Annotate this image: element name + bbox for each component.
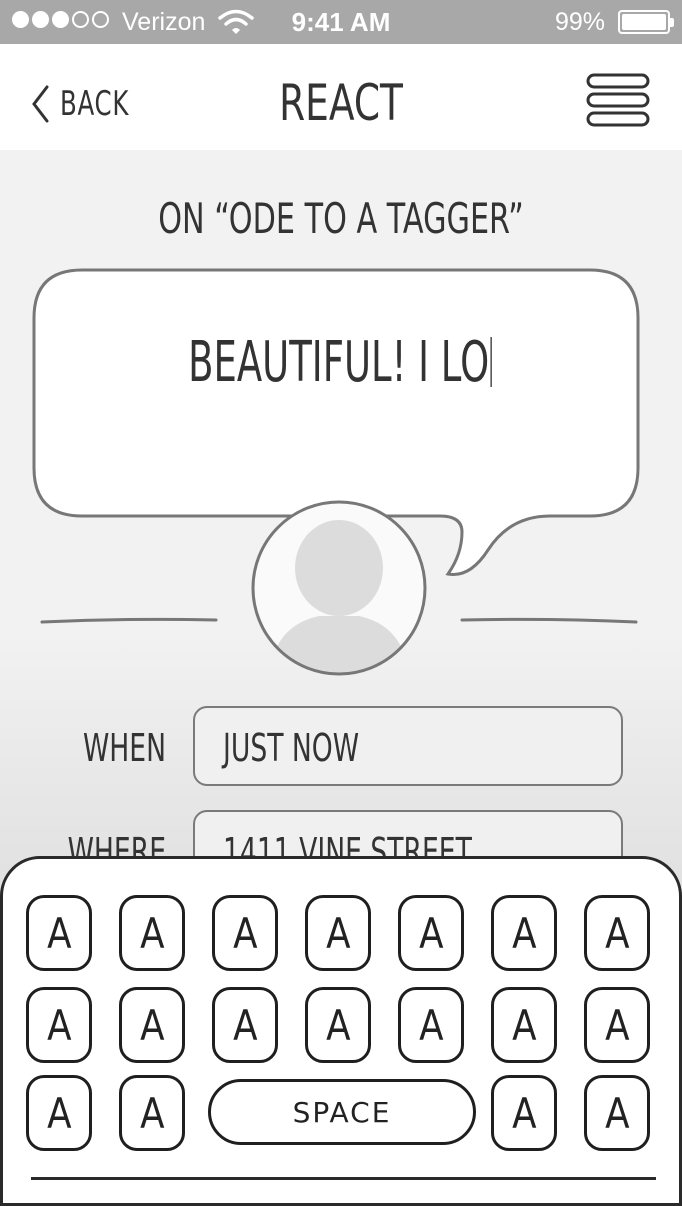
key-a[interactable]: A (26, 895, 92, 971)
divider-right (460, 617, 638, 624)
keyboard-bottom-line (31, 1177, 656, 1180)
key-a[interactable]: A (491, 987, 557, 1063)
page-title: REACT (279, 74, 403, 132)
battery-icon (618, 10, 674, 34)
comment-input[interactable]: BEAUTIFUL! I LO (142, 330, 538, 395)
divider-left (40, 617, 218, 624)
keyboard: A A A A A A A A A A A A A A A A SPACE A … (0, 856, 682, 1206)
chevron-left-icon (32, 85, 49, 123)
key-a[interactable]: A (584, 895, 650, 971)
key-a[interactable]: A (398, 895, 464, 971)
key-a[interactable]: A (305, 987, 371, 1063)
status-bar: Verizon 9:41 AM 99% (0, 0, 682, 44)
when-field[interactable]: JUST NOW (193, 706, 623, 786)
text-cursor (490, 337, 492, 387)
key-a[interactable]: A (119, 895, 185, 971)
battery-percentage: 99% (555, 8, 606, 36)
key-a[interactable]: A (584, 987, 650, 1063)
key-a[interactable]: A (491, 895, 557, 971)
key-a[interactable]: A (26, 987, 92, 1063)
avatar (251, 500, 427, 676)
key-a[interactable]: A (398, 987, 464, 1063)
key-a[interactable]: A (305, 895, 371, 971)
comment-text: BEAUTIFUL! I LO (188, 330, 490, 395)
key-a[interactable]: A (119, 987, 185, 1063)
when-value: JUST NOW (223, 726, 360, 770)
key-a[interactable]: A (212, 987, 278, 1063)
key-a[interactable]: A (491, 1075, 557, 1151)
key-a[interactable]: A (26, 1075, 92, 1151)
when-label: WHEN (82, 726, 166, 770)
key-a[interactable]: A (212, 895, 278, 971)
key-a[interactable]: A (584, 1075, 650, 1151)
key-a[interactable]: A (119, 1075, 185, 1151)
navigation-bar: BACK REACT (0, 44, 682, 150)
space-key[interactable]: SPACE (208, 1079, 476, 1145)
hamburger-menu-icon[interactable] (585, 72, 651, 128)
